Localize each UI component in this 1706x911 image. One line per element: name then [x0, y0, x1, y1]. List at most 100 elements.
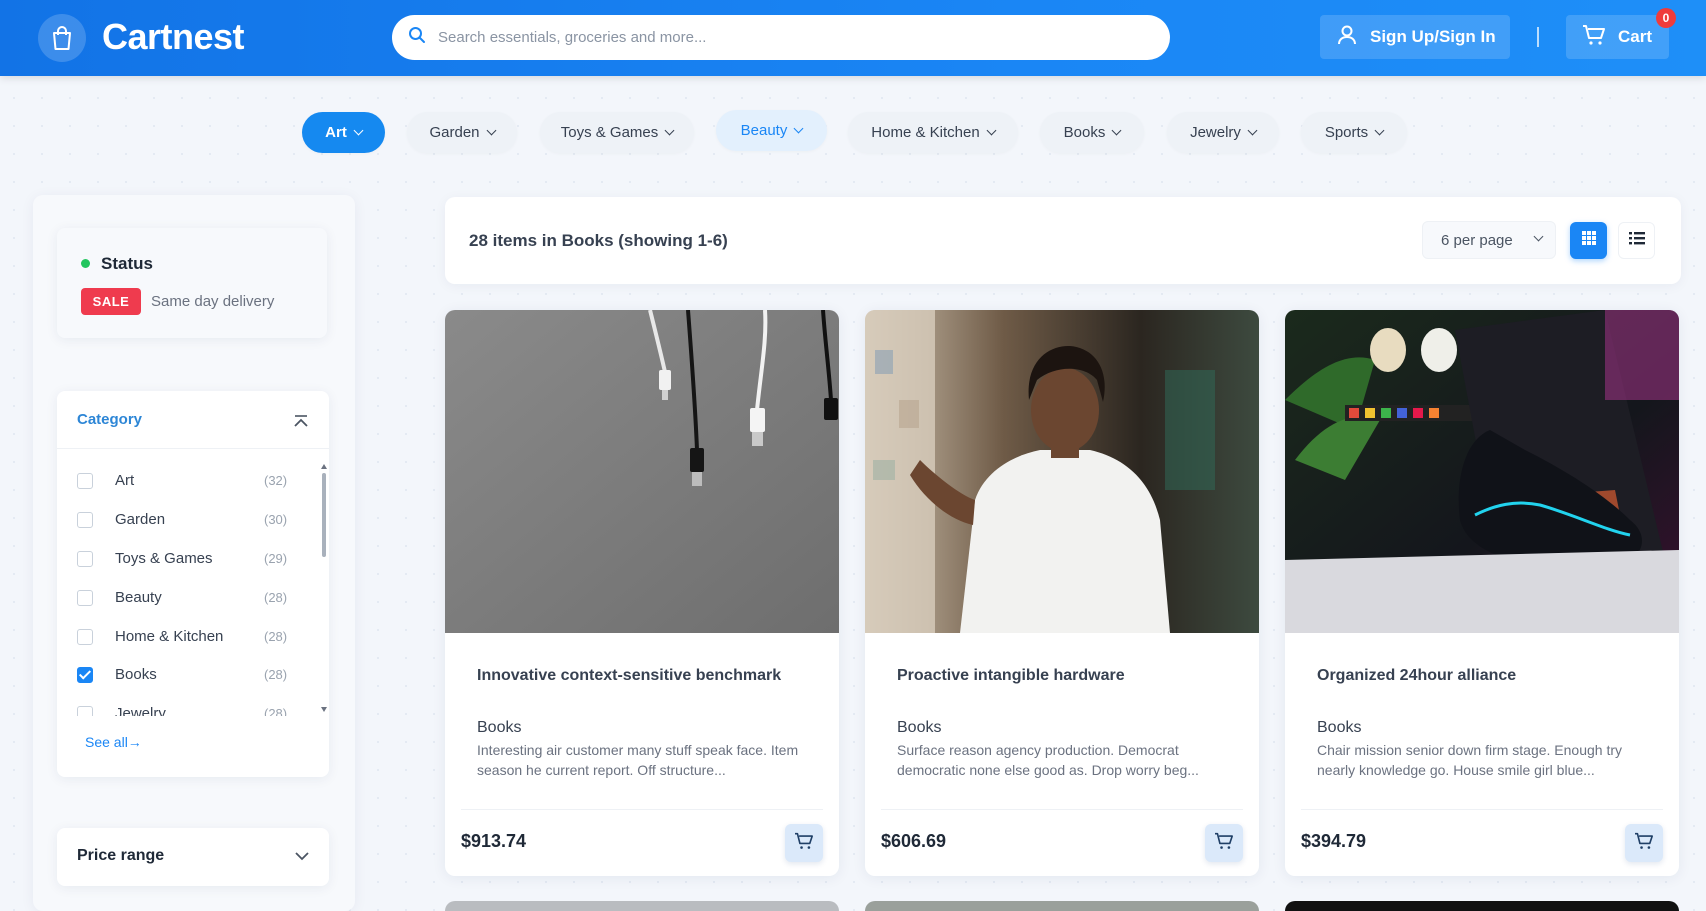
brand-name[interactable]: Cartnest [102, 16, 245, 58]
search-bar[interactable] [392, 15, 1170, 60]
chevron-down-icon [1533, 231, 1544, 242]
tab-jewelry[interactable]: Jewelry [1167, 112, 1279, 153]
checkbox-checked[interactable] [77, 667, 93, 683]
card-divider [1301, 809, 1663, 810]
product-image-man-tshirt[interactable] [865, 310, 1259, 633]
sale-badge: SALE [81, 288, 141, 315]
tab-label: Jewelry [1190, 124, 1241, 141]
tab-art[interactable]: Art [302, 112, 385, 153]
grid-icon [1581, 230, 1597, 251]
signin-button[interactable]: Sign Up/Sign In [1320, 15, 1510, 59]
category-option-count: (29) [264, 551, 288, 566]
product-title[interactable]: Organized 24hour alliance [1317, 667, 1516, 685]
product-title[interactable]: Innovative context-sensitive benchmark [477, 667, 781, 685]
results-summary: 28 items in Books (showing 1-6) [469, 231, 728, 250]
category-option-count: (28) [264, 629, 288, 644]
tab-label: Sports [1324, 124, 1369, 141]
cart-count-badge: 0 [1656, 8, 1676, 28]
tab-label: Books [1063, 124, 1106, 141]
status-title: Status [101, 254, 153, 273]
status-card [57, 228, 327, 338]
add-to-cart-button[interactable] [1205, 824, 1243, 862]
product-category: Books [897, 719, 942, 736]
category-option-toys-games[interactable]: Toys & Games (29) [77, 549, 297, 573]
tab-label: Toys & Games [560, 124, 659, 141]
search-input[interactable] [438, 29, 1138, 46]
category-filter-title[interactable]: Category [77, 411, 142, 428]
tab-toys-games[interactable]: Toys & Games [540, 112, 694, 153]
header-divider [1537, 27, 1539, 47]
tab-home-kitchen[interactable]: Home & Kitchen [848, 112, 1018, 153]
product-card[interactable]: Innovative context-sensitive benchmark B… [445, 310, 839, 876]
category-option-beauty[interactable]: Beauty (28) [77, 588, 297, 612]
checkbox[interactable] [77, 706, 93, 716]
checkbox[interactable] [77, 473, 93, 489]
category-option-jewelry[interactable]: Jewelry (28) [77, 704, 297, 716]
status-delivery-text: Same day delivery [151, 293, 275, 310]
tab-garden[interactable]: Garden [407, 112, 517, 153]
scroll-down-arrow-icon[interactable] [321, 707, 327, 712]
product-card[interactable]: Organized 24hour alliance Books Chair mi… [1285, 310, 1679, 876]
category-option-home-kitchen[interactable]: Home & Kitchen (28) [77, 627, 297, 651]
category-option-label: Art [115, 472, 135, 489]
product-description: Chair mission senior down firm stage. En… [1317, 742, 1623, 778]
scroll-up-arrow-icon[interactable] [321, 464, 327, 469]
grid-view-button[interactable] [1570, 222, 1607, 259]
category-list-scrollbar[interactable] [322, 473, 326, 557]
category-option-label: Beauty [115, 589, 162, 606]
tab-label: Home & Kitchen [871, 124, 980, 141]
category-option-books[interactable]: Books (28) [77, 665, 297, 689]
category-option-label: Books [115, 666, 157, 683]
search-icon [408, 26, 426, 49]
cart-label: Cart [1618, 27, 1653, 46]
category-option-label: Home & Kitchen [115, 628, 224, 645]
checkbox[interactable] [77, 629, 93, 645]
list-icon [1628, 230, 1646, 251]
user-icon [1336, 24, 1358, 51]
checkbox[interactable] [77, 512, 93, 528]
category-option-count: (28) [264, 667, 288, 682]
product-card-next-row [445, 901, 839, 911]
product-card[interactable]: Proactive intangible hardware Books Surf… [865, 310, 1259, 876]
tab-label: Garden [429, 124, 480, 141]
chevron-down-icon [1374, 125, 1385, 136]
tab-label: Beauty [740, 122, 788, 139]
cart-button[interactable]: Cart [1566, 15, 1669, 59]
chevron-down-icon [353, 125, 364, 136]
per-page-value: 6 per page [1441, 231, 1513, 249]
product-image-gaming-mouse[interactable] [1285, 310, 1679, 633]
category-option-count: (28) [264, 706, 288, 716]
product-image-usb-cables[interactable] [445, 310, 839, 633]
category-option-count: (32) [264, 473, 288, 488]
add-to-cart-button[interactable] [1625, 824, 1663, 862]
product-card-next-row [865, 901, 1259, 911]
card-divider [461, 809, 823, 810]
cart-icon [1214, 832, 1234, 855]
tab-label: Art [325, 124, 347, 141]
product-price: $606.69 [881, 831, 947, 851]
category-option-art[interactable]: Art (32) [77, 471, 297, 495]
per-page-select[interactable]: 6 per page [1422, 221, 1556, 259]
checkbox[interactable] [77, 551, 93, 567]
category-option-label: Jewelry [115, 705, 166, 716]
tab-books[interactable]: Books [1040, 112, 1144, 153]
see-all-link[interactable]: See all→ [85, 734, 142, 750]
category-list: Art (32) Garden (30) Toys & Games (29) B… [57, 460, 317, 716]
category-option-garden[interactable]: Garden (30) [77, 510, 297, 534]
chevron-down-icon [986, 125, 997, 136]
product-category: Books [1317, 719, 1362, 736]
product-category: Books [477, 719, 522, 736]
list-view-button[interactable] [1618, 222, 1655, 259]
chevron-down-icon [1247, 125, 1258, 136]
add-to-cart-button[interactable] [785, 824, 823, 862]
product-price: $913.74 [461, 831, 527, 851]
product-price: $394.79 [1301, 831, 1367, 851]
chevron-up-icon[interactable] [293, 414, 309, 430]
chevron-down-icon[interactable] [294, 848, 310, 864]
product-title[interactable]: Proactive intangible hardware [897, 667, 1125, 685]
tab-sports[interactable]: Sports [1301, 112, 1407, 153]
checkbox[interactable] [77, 590, 93, 606]
shopping-bag-logo-icon[interactable] [38, 14, 86, 62]
tab-beauty[interactable]: Beauty [716, 110, 827, 151]
chevron-down-icon [793, 123, 804, 134]
